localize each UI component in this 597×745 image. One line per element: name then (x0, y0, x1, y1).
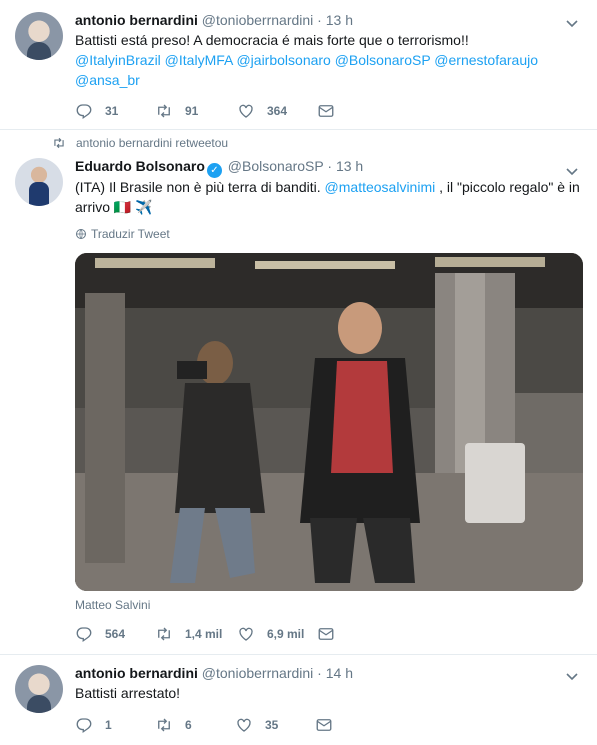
retweet-icon (158, 718, 170, 732)
reply-count: 31 (105, 104, 119, 118)
retweet-icon (158, 627, 170, 641)
avatar[interactable] (15, 12, 63, 60)
reply-icon (76, 627, 92, 643)
like-button[interactable]: 35 (235, 716, 315, 734)
retweet-button[interactable]: 91 (155, 102, 237, 120)
tweet-body: Battisti arrestato! (75, 685, 181, 701)
tweet-header: antonio bernardini @tonioberrnardini · 1… (75, 12, 353, 28)
author-handle[interactable]: @tonioberrnardini (202, 12, 314, 28)
dm-icon (316, 719, 332, 731)
like-button[interactable]: 6,9 mil (237, 625, 317, 643)
chevron-down-icon[interactable] (565, 669, 579, 683)
photo-image (75, 253, 583, 591)
author-handle[interactable]: @tonioberrnardini (202, 665, 314, 681)
dm-icon (318, 628, 334, 640)
author-name[interactable]: antonio bernardini (75, 665, 198, 681)
tweet-body: Battisti está preso! A democracia é mais… (75, 32, 469, 48)
dm-button[interactable] (317, 625, 347, 643)
like-count: 35 (265, 718, 279, 732)
tweet-text: Battisti arrestato! (75, 683, 585, 703)
media-credit[interactable]: Matteo Salvini (75, 598, 150, 612)
tweet-body-line2: arrivo 🇮🇹 ✈️ (75, 199, 153, 215)
author-handle[interactable]: @BolsonaroSP (228, 158, 324, 174)
separator: · (317, 665, 322, 681)
tweet-body-cont: , il "piccolo regalo" è in (435, 179, 580, 195)
author-name[interactable]: antonio bernardini (75, 12, 198, 28)
timestamp[interactable]: 13 h (326, 12, 353, 28)
timestamp[interactable]: 14 h (326, 665, 353, 681)
dm-icon (318, 105, 334, 117)
tweet-actions: 1 6 35 (75, 715, 345, 735)
mentions[interactable]: @ItalyinBrazil @ItalyMFA @jairbolsonaro … (75, 50, 585, 90)
like-button[interactable]: 364 (237, 102, 317, 120)
retweet-count: 1,4 mil (185, 627, 223, 641)
like-icon (239, 104, 253, 118)
separator: · (317, 12, 322, 28)
tweet-text: Battisti está preso! A democracia é mais… (75, 30, 585, 90)
reply-icon (76, 718, 92, 734)
reply-icon (76, 104, 92, 120)
like-icon (237, 718, 251, 732)
author-name[interactable]: Eduardo Bolsonaro (75, 158, 205, 174)
tweet-actions: 31 91 364 (75, 101, 347, 121)
reply-button[interactable]: 1 (75, 716, 155, 734)
retweet-count: 91 (185, 104, 199, 118)
like-count: 6,9 mil (267, 627, 305, 641)
retweet-count: 6 (185, 718, 192, 732)
translate-label: Traduzir Tweet (91, 227, 170, 241)
avatar[interactable] (15, 665, 63, 713)
retweet-button[interactable]: 1,4 mil (155, 625, 237, 643)
chevron-down-icon[interactable] (565, 16, 579, 30)
tweet-text: (ITA) Il Brasile non è più terra di band… (75, 177, 585, 217)
translate-link[interactable]: Traduzir Tweet (75, 227, 170, 241)
reply-count: 564 (105, 627, 126, 641)
dm-button[interactable] (317, 102, 347, 120)
retweet-button[interactable]: 6 (155, 716, 235, 734)
timestamp[interactable]: 13 h (336, 158, 363, 174)
separator: · (327, 158, 333, 174)
reply-count: 1 (105, 718, 112, 732)
mention-link[interactable]: @matteosalvinimi (325, 179, 436, 195)
tweet-photo[interactable] (75, 253, 583, 591)
tweet[interactable]: antonio bernardini @tonioberrnardini · 1… (0, 0, 597, 130)
chevron-down-icon[interactable] (565, 164, 579, 178)
dm-button[interactable] (315, 716, 345, 734)
tweet[interactable]: antonio bernardini @tonioberrnardini · 1… (0, 655, 597, 745)
reply-button[interactable]: 564 (75, 625, 155, 643)
avatar[interactable] (15, 158, 63, 206)
like-icon (239, 627, 253, 641)
reply-button[interactable]: 31 (75, 102, 155, 120)
globe-icon (76, 229, 86, 239)
tweet-header: antonio bernardini @tonioberrnardini · 1… (75, 665, 353, 681)
like-count: 364 (267, 104, 288, 118)
tweet-body: (ITA) Il Brasile non è più terra di band… (75, 179, 325, 195)
tweet-actions: 564 1,4 mil 6,9 mil (75, 624, 347, 644)
retweet-icon (158, 104, 170, 118)
verified-icon: ✓ (206, 163, 222, 178)
tweet-header: Eduardo Bolsonaro ✓ @BolsonaroSP · 13 h (75, 158, 363, 178)
